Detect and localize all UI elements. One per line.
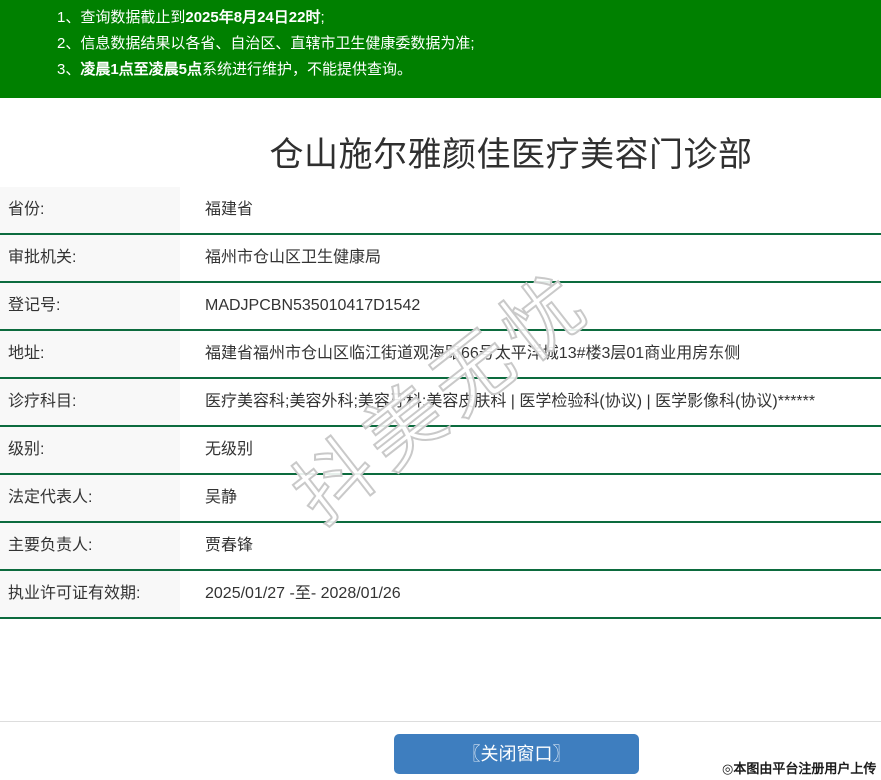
row-value: 吴静 <box>205 489 238 506</box>
row-label: 省份: <box>0 187 180 233</box>
notice-bold-text: 2025年8月24日22时 <box>185 9 321 26</box>
row-label: 执业许可证有效期: <box>0 571 180 617</box>
notice-number: 3、 <box>57 61 81 78</box>
row-label: 级别: <box>0 427 180 473</box>
notice-number: 1、 <box>57 9 81 26</box>
row-value: 福州市仓山区卫生健康局 <box>205 249 382 266</box>
row-value: 2025/01/27 -至- 2028/01/26 <box>205 585 401 602</box>
table-row-province: 省份: 福建省 <box>0 187 881 235</box>
table-row-medical-subjects: 诊疗科目: 医疗美容科;美容外科;美容牙科;美容皮肤科 | 医学检验科(协议) … <box>0 379 881 427</box>
notice-header: 1、查询数据截止到2025年8月24日22时; 2、信息数据结果以各省、自治区、… <box>0 0 881 98</box>
license-info-table: 省份: 福建省 审批机关: 福州市仓山区卫生健康局 登记号: MADJPCBN5… <box>0 187 881 619</box>
close-window-button[interactable]: 〖关闭窗口〗 <box>394 734 639 774</box>
table-row-address: 地址: 福建省福州市仓山区临江街道观海路66号太平洋城13#楼3层01商业用房东… <box>0 331 881 379</box>
row-label: 审批机关: <box>0 235 180 281</box>
row-label: 登记号: <box>0 283 180 329</box>
row-value: 福建省 <box>205 201 254 218</box>
row-value: MADJPCBN535010417D1542 <box>205 297 421 314</box>
table-row-license-validity: 执业许可证有效期: 2025/01/27 -至- 2028/01/26 <box>0 571 881 619</box>
row-value: 贾春锋 <box>205 537 254 554</box>
table-row-legal-representative: 法定代表人: 吴静 <box>0 475 881 523</box>
row-value: 无级别 <box>205 441 254 458</box>
table-row-approval-authority: 审批机关: 福州市仓山区卫生健康局 <box>0 235 881 283</box>
table-row-registration-number: 登记号: MADJPCBN535010417D1542 <box>0 283 881 331</box>
notice-text: 查询数据截止到 <box>80 9 186 26</box>
row-label: 法定代表人: <box>0 475 180 521</box>
upload-credit-text: ◎本图由平台注册用户上传 <box>722 761 877 776</box>
row-label: 主要负责人: <box>0 523 180 569</box>
notice-text: 系统进行维护，不能提供查询。 <box>202 61 413 78</box>
notice-bold-text: 凌晨1点至凌晨5点 <box>80 61 203 78</box>
notice-text: 信息数据结果以各省、自治区、直辖市卫生健康委数据为准; <box>80 35 475 52</box>
bottom-divider <box>0 721 881 722</box>
row-value: 福建省福州市仓山区临江街道观海路66号太平洋城13#楼3层01商业用房东侧 <box>205 345 741 362</box>
table-row-principal: 主要负责人: 贾春锋 <box>0 523 881 571</box>
notice-text: ; <box>320 9 325 26</box>
notice-line-3: 3、凌晨1点至凌晨5点系统进行维护，不能提供查询。 <box>57 57 881 83</box>
institution-title: 仓山施尔雅颜佳医疗美容门诊部 <box>269 136 753 174</box>
row-label: 地址: <box>0 331 180 377</box>
notice-number: 2、 <box>57 35 81 52</box>
notice-line-2: 2、信息数据结果以各省、自治区、直辖市卫生健康委数据为准; <box>57 31 881 57</box>
table-row-level: 级别: 无级别 <box>0 427 881 475</box>
row-value: 医疗美容科;美容外科;美容牙科;美容皮肤科 | 医学检验科(协议) | 医学影像… <box>205 393 816 410</box>
row-label: 诊疗科目: <box>0 379 180 425</box>
notice-line-1: 1、查询数据截止到2025年8月24日22时; <box>57 5 881 31</box>
